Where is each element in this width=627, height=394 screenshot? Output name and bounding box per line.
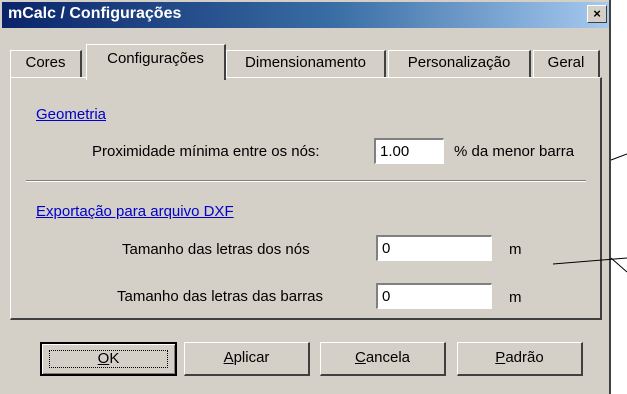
tab-label: Configurações	[107, 50, 204, 67]
pointer-line-geometria	[610, 153, 627, 161]
tab-configuracoes[interactable]: Configurações	[86, 44, 226, 80]
pointer-line-dxf-branch	[610, 257, 627, 273]
pointer-line-dxf	[552, 257, 627, 265]
